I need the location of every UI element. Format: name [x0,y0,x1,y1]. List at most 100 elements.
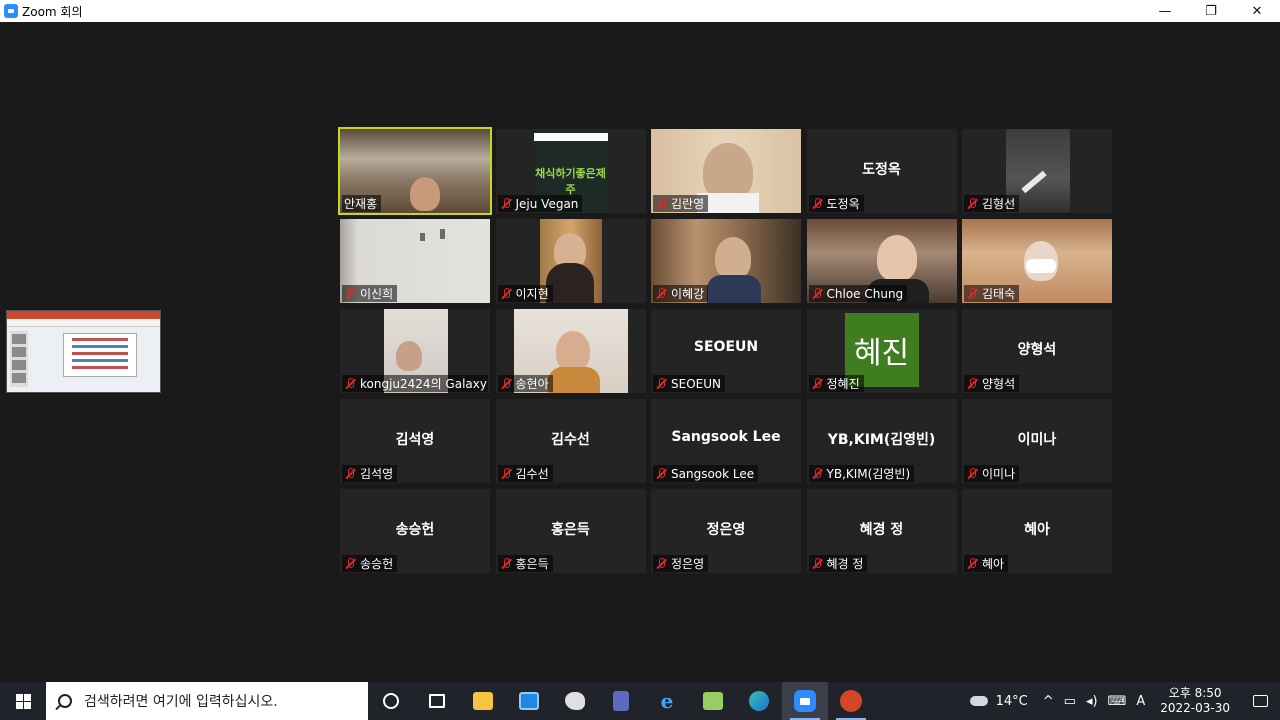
participant-display-name: 송승헌 [395,522,435,538]
muted-mic-icon [344,467,356,480]
participant-name-label: 이신희 [342,285,398,302]
muted-mic-icon [344,287,356,300]
zoom-app-icon [4,4,18,18]
cloud-icon [969,696,988,706]
participant-tile[interactable]: 혜아 혜아 [962,489,1112,573]
taskbar-edge[interactable] [736,682,782,720]
participant-tile[interactable]: 김형선 [962,129,1112,213]
participant-tile[interactable]: 이지현 [495,219,646,303]
store-icon [519,692,539,710]
participant-display-name: 혜경 정 [859,522,904,538]
muted-mic-icon [500,467,512,480]
participant-tile[interactable]: 이신희 [340,219,490,303]
folder-icon [473,692,493,710]
minimize-button[interactable]: — [1142,0,1188,22]
participant-name-label: Chloe Chung [808,285,908,302]
muted-mic-icon [811,197,823,210]
close-button[interactable]: ✕ [1234,0,1280,22]
participant-tile[interactable]: 안재홍 [338,127,492,215]
participant-tile[interactable]: Sangsook Lee Sangsook Lee [651,399,801,483]
participant-tile[interactable]: 이혜강 [651,219,801,303]
participant-name-label: 김란영 [653,195,709,212]
participant-tile[interactable]: 이미나 이미나 [962,399,1112,483]
task-view-button[interactable] [414,682,460,720]
clock-time: 오후 8:50 [1168,686,1222,700]
volume-icon[interactable]: ◂) [1086,694,1098,709]
task-view-icon [429,694,445,708]
poster-text: 채식하기좋은제주 [535,167,606,196]
participant-tile[interactable]: Chloe Chung [806,219,957,303]
participant-tile[interactable]: YB,KIM(김영빈) YB,KIM(김영빈) [806,399,957,483]
participant-name-label: kongju2424의 Galaxy ... [342,375,488,392]
participant-name-label: 도정옥 [808,195,864,212]
participant-tile[interactable]: 양형석 양형석 [962,309,1112,393]
muted-mic-icon [655,467,667,480]
muted-mic-icon [811,287,823,300]
language-icon[interactable]: ⌨ [1108,694,1127,709]
chevron-up-icon[interactable]: ^ [1043,694,1054,709]
taskbar-app-maps[interactable] [690,682,736,720]
participant-display-name: 양형석 [1017,342,1057,358]
participant-tile[interactable]: 혜진 정혜진 [806,309,957,393]
edge-icon [749,691,769,711]
participant-tile[interactable]: 혜경 정 혜경 정 [806,489,957,573]
participant-name-label: 이지현 [497,285,553,302]
participant-tile[interactable]: 홍은득 홍은득 [495,489,646,573]
participant-tile[interactable]: 도정옥 도정옥 [806,129,957,213]
muted-mic-icon [655,377,667,390]
participant-tile[interactable]: 김수선 김수선 [495,399,646,483]
cortana-button[interactable] [368,682,414,720]
taskbar-search-box[interactable]: 검색하려면 여기에 입력하십시오. [46,682,368,720]
screen-share-thumbnail[interactable] [6,310,161,393]
participant-tile[interactable]: kongju2424의 Galaxy ... [340,309,490,393]
participant-tile[interactable]: 채식하기좋은제주 Jeju Vegan [495,129,646,213]
taskbar-zoom[interactable] [782,682,828,720]
participant-display-name: 도정옥 [862,162,901,178]
start-button[interactable] [0,682,46,720]
notification-icon [1252,695,1268,707]
weather-widget[interactable]: 14°C [969,694,1028,709]
gallery-grid: 안재홍 채식하기좋은제주 Jeju Vegan 김란영 도정옥 도정옥 김형선 [338,127,1112,573]
taskbar-internet-explorer[interactable]: e [644,682,690,720]
taskbar-clock[interactable]: 오후 8:50 2022-03-30 [1160,686,1230,716]
participant-name-label: 홍은득 [497,555,553,572]
muted-mic-icon [655,287,667,300]
taskbar-app-paint[interactable] [552,682,598,720]
taskbar-powerpoint[interactable] [828,682,874,720]
participant-tile[interactable]: 김태숙 [962,219,1112,303]
restore-button[interactable]: ❐ [1188,0,1234,22]
taskbar-store[interactable] [506,682,552,720]
participant-tile[interactable]: 김석영 김석영 [340,399,490,483]
participant-display-name: 김수선 [551,432,590,448]
participant-name-label: SEOEUN [653,375,725,392]
participant-name-label: 양형석 [964,375,1020,392]
taskbar-file-explorer[interactable] [460,682,506,720]
participant-name-label: 정혜진 [808,375,864,392]
window-controls: — ❐ ✕ [1142,0,1280,22]
participant-name-label: 송승헌 [342,555,398,572]
network-icon[interactable]: ▭ [1064,694,1076,709]
ime-indicator[interactable]: A [1136,694,1145,709]
participant-tile[interactable]: SEOEUN SEOEUN [651,309,801,393]
participant-display-name: Sangsook Lee [671,429,781,445]
notifications-button[interactable] [1240,682,1280,720]
muted-mic-icon [344,377,356,390]
muted-mic-icon [966,197,978,210]
muted-mic-icon [500,557,512,570]
meeting-view: 안재홍 채식하기좋은제주 Jeju Vegan 김란영 도정옥 도정옥 김형선 [0,22,1280,682]
paint-icon [565,692,585,710]
muted-mic-icon [344,557,356,570]
participant-name-label: 김형선 [964,195,1020,212]
muted-mic-icon [500,197,512,210]
taskbar-calculator[interactable] [598,682,644,720]
participant-name-label: 김태숙 [964,285,1020,302]
taskbar-apps: e [368,682,874,720]
participant-name-label: 정은영 [653,555,709,572]
participant-tile[interactable]: 정은영 정은영 [651,489,801,573]
participant-display-name: 홍은득 [551,522,590,538]
participant-tile[interactable]: 송현아 [495,309,646,393]
participant-tile[interactable]: 김란영 [651,129,801,213]
participant-tile[interactable]: 송승헌 송승헌 [340,489,490,573]
participant-name-label: 이미나 [964,465,1020,482]
system-tray: 14°C ^ ▭ ◂) ⌨ A 오후 8:50 2022-03-30 [969,682,1280,720]
